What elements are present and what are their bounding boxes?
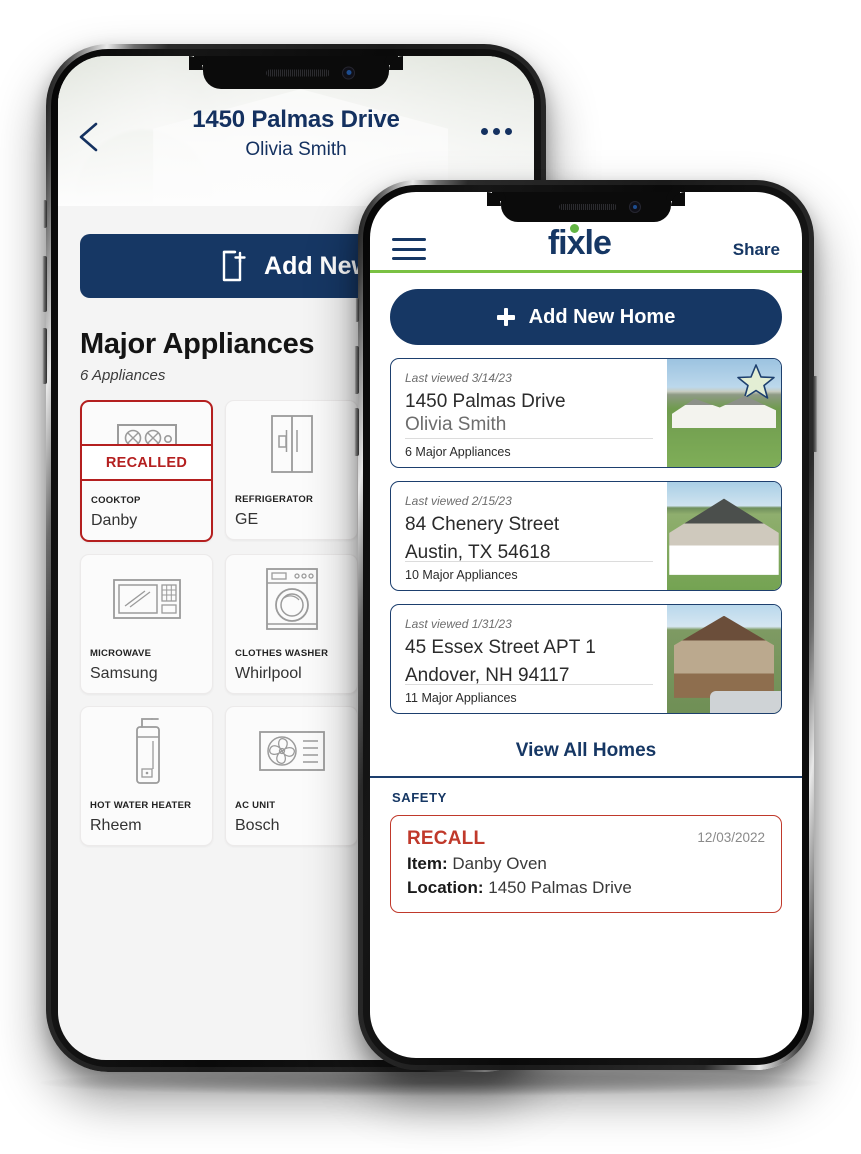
last-viewed: Last viewed 1/31/23: [405, 617, 512, 631]
home-list-scroll[interactable]: Add New Home Last viewed 3/14/23 1450 Pa…: [370, 273, 802, 1058]
menu-bar: [392, 238, 426, 241]
appliance-brand: Bosch: [235, 817, 280, 834]
recall-alert-card[interactable]: 12/03/2022 RECALL Item: Danby Oven Locat…: [390, 815, 782, 913]
document-plus-icon: [222, 250, 246, 282]
front-camera: [342, 66, 355, 79]
recall-location-value: 1450 Palmas Drive: [488, 878, 632, 897]
menu-bar: [392, 257, 426, 260]
card-divider: [405, 684, 653, 685]
add-new-home-label: Add New Home: [528, 305, 676, 328]
appliance-card-hot-water-heater[interactable]: HOT WATER HEATER Rheem: [80, 706, 213, 846]
home-address: 84 Chenery Street: [405, 514, 560, 535]
home-photo: [667, 605, 781, 713]
appliance-count: 6 Major Appliances: [405, 445, 511, 459]
logo-green-dot: [569, 224, 579, 233]
plus-icon: [496, 308, 515, 326]
volume-up-button[interactable]: [42, 256, 47, 312]
appliance-card-ac-unit[interactable]: AC UNIT Bosch: [225, 706, 358, 846]
appliance-category: MICROWAVE: [90, 648, 152, 659]
appliance-card-clothes-washer[interactable]: CLOTHES WASHER Whirlpool: [225, 554, 358, 694]
add-new-home-button[interactable]: Add New Home: [390, 289, 782, 345]
appliance-category: AC UNIT: [235, 800, 276, 811]
appliance-category: REFRIGERATOR: [235, 494, 314, 505]
volume-up-button[interactable]: [354, 346, 359, 394]
earpiece-speaker: [558, 204, 617, 210]
home-list-screen: fixle Share Add New Home Last viewed 3/1…: [370, 192, 802, 1058]
recall-item-row: Item: Danby Oven: [407, 854, 765, 874]
washing-machine-icon: [226, 555, 357, 643]
safety-section-label: SAFETY: [392, 790, 447, 805]
appliance-brand: Samsung: [90, 665, 158, 682]
more-dot: [505, 128, 512, 135]
recall-location-label: Location:: [407, 878, 484, 897]
appliance-card-microwave[interactable]: MICROWAVE Samsung: [80, 554, 213, 694]
earpiece-speaker: [266, 69, 331, 76]
front-phone-device: fixle Share Add New Home Last viewed 3/1…: [354, 180, 818, 1070]
home-card[interactable]: Last viewed 3/14/23 1450 Palmas Drive Ol…: [390, 358, 782, 468]
home-address: 45 Essex Street APT 1: [405, 637, 596, 658]
appliance-brand: Danby: [91, 512, 138, 529]
last-viewed: Last viewed 3/14/23: [405, 371, 512, 385]
home-photo: [667, 482, 781, 590]
last-viewed: Last viewed 2/15/23: [405, 494, 512, 508]
appliance-card-cooktop[interactable]: RECALLED COOKTOP Danby: [80, 400, 213, 542]
volume-down-button[interactable]: [354, 408, 359, 456]
hamburger-menu-icon[interactable]: [392, 238, 426, 260]
front-camera: [629, 201, 641, 213]
recall-location-row: Location: 1450 Palmas Drive: [407, 878, 765, 898]
home-card[interactable]: Last viewed 2/15/23 84 Chenery Street Au…: [390, 481, 782, 591]
floor-shadow: [40, 1070, 820, 1096]
microwave-icon: [81, 555, 212, 643]
card-divider: [405, 438, 653, 439]
more-dot: [481, 128, 488, 135]
ac-unit-icon: [226, 707, 357, 795]
appliance-brand: GE: [235, 511, 259, 528]
fixle-logo: fixle: [547, 224, 612, 262]
favorite-star-icon[interactable]: [737, 363, 775, 399]
refrigerator-icon: [226, 401, 357, 489]
volume-down-button[interactable]: [42, 328, 47, 384]
appliance-count: 10 Major Appliances: [405, 568, 518, 582]
recalled-label: RECALLED: [105, 454, 188, 471]
home-secondary: Olivia Smith: [405, 414, 507, 436]
phone-mockup-stage: 1450 Palmas Drive Olivia Smith Add New M…: [0, 0, 861, 1154]
appliance-card-refrigerator[interactable]: REFRIGERATOR GE: [225, 400, 358, 540]
recall-item-value: Danby Oven: [452, 854, 547, 873]
recall-date: 12/03/2022: [697, 830, 765, 845]
appliance-brand: Whirlpool: [235, 665, 302, 682]
more-options-button[interactable]: [481, 128, 512, 135]
mute-switch[interactable]: [43, 200, 47, 228]
appliance-category: CLOTHES WASHER: [235, 648, 329, 659]
recall-item-label: Item:: [407, 854, 448, 873]
back-phone-notch: [189, 56, 403, 89]
home-card[interactable]: Last viewed 1/31/23 45 Essex Street APT …: [390, 604, 782, 714]
power-button[interactable]: [813, 376, 818, 452]
appliance-category: COOKTOP: [91, 495, 141, 506]
add-new-label: Add New: [264, 251, 371, 280]
water-heater-icon: [81, 707, 212, 795]
front-phone-screen: fixle Share Add New Home Last viewed 3/1…: [370, 192, 802, 1058]
share-button[interactable]: Share: [733, 240, 780, 260]
mute-switch[interactable]: [355, 298, 359, 322]
section-divider: [370, 776, 802, 778]
view-all-homes-button[interactable]: View All Homes: [370, 726, 802, 776]
page-subtitle: Olivia Smith: [245, 139, 347, 160]
page-title: 1450 Palmas Drive: [192, 106, 400, 133]
appliance-brand: Rheem: [90, 817, 142, 834]
home-photo: [667, 359, 781, 467]
menu-bar: [392, 247, 426, 251]
appliance-count: 11 Major Appliances: [405, 691, 517, 705]
recalled-banner: RECALLED: [82, 444, 211, 481]
appliance-category: HOT WATER HEATER: [90, 800, 192, 811]
card-divider: [405, 561, 653, 562]
front-phone-notch: [487, 192, 685, 222]
home-address: 1450 Palmas Drive: [405, 391, 566, 412]
more-dot: [493, 128, 500, 135]
fixle-logo-text: fixle: [547, 224, 612, 262]
